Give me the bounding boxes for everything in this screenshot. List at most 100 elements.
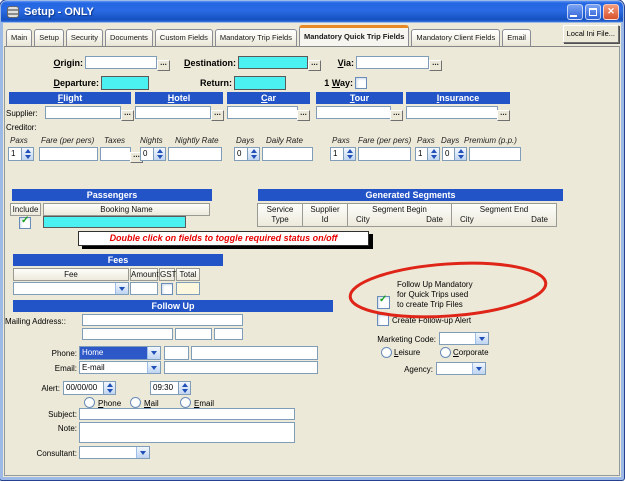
spinner-buttons-icon[interactable] (154, 147, 166, 161)
alert-mail-radio-label: Mail (144, 399, 159, 408)
mailing-address-state-input[interactable] (175, 328, 212, 340)
insurance-paxs-spinner[interactable]: 1 (415, 147, 440, 161)
local-ini-file-button[interactable]: Local Ini File... (562, 25, 619, 43)
car-days-label: Days (236, 136, 255, 145)
followup-mandatory-label-line2: for Quick Trips used (397, 290, 469, 299)
subject-input[interactable] (79, 408, 295, 420)
note-textarea[interactable] (79, 422, 295, 443)
tab-custom-fields[interactable]: Custom Fields (154, 29, 213, 46)
followup-mandatory-label-line1: Follow Up Mandatory (397, 280, 473, 289)
hotel-supplier-browse-button[interactable]: ... (211, 109, 224, 121)
dropdown-arrow-icon[interactable] (115, 283, 128, 294)
insurance-supplier-input[interactable] (406, 106, 498, 119)
departure-input[interactable] (101, 76, 149, 90)
maximize-button[interactable] (585, 3, 601, 20)
consultant-select[interactable] (79, 446, 150, 459)
leisure-radio-label: Leisure (394, 348, 421, 357)
car-rate-input[interactable] (262, 147, 313, 161)
phone-area-code-input[interactable] (164, 346, 189, 360)
tour-supplier-browse-button[interactable]: ... (390, 109, 403, 121)
include-checkbox[interactable]: ✓ (19, 215, 31, 229)
flight-section-header: Flight (9, 92, 131, 104)
spinner-buttons-icon[interactable] (344, 147, 356, 161)
hotel-nights-spinner[interactable]: 0 (140, 147, 166, 161)
destination-label: Destination: (183, 58, 236, 68)
hotel-rate-input[interactable] (168, 147, 222, 161)
car-days-spinner[interactable]: 0 (234, 147, 260, 161)
dropdown-arrow-icon[interactable] (147, 347, 160, 359)
dropdown-arrow-icon[interactable] (475, 333, 488, 344)
mailing-address-line1-input[interactable] (82, 314, 243, 326)
agency-select[interactable] (436, 362, 486, 375)
spinner-buttons-icon[interactable] (428, 147, 440, 161)
tour-paxs-spinner[interactable]: 1 (330, 147, 356, 161)
via-browse-button[interactable]: ... (429, 59, 442, 71)
insurance-supplier-browse-button[interactable]: ... (497, 109, 510, 121)
gst-checkbox[interactable] (161, 283, 173, 295)
flight-supplier-browse-button[interactable]: ... (121, 109, 134, 121)
mailing-address-line2-input[interactable] (82, 328, 173, 340)
flight-supplier-input[interactable] (45, 106, 121, 119)
via-input[interactable] (356, 56, 429, 69)
alert-mail-radio[interactable] (130, 397, 141, 408)
close-button[interactable]: ✕ (603, 3, 619, 20)
check-icon: ✓ (21, 215, 30, 226)
spinner-buttons-icon[interactable] (104, 381, 116, 395)
booking-name-input[interactable] (43, 216, 186, 228)
dropdown-arrow-icon[interactable] (472, 363, 485, 374)
dropdown-arrow-icon[interactable] (136, 447, 149, 458)
spinner-buttons-icon[interactable] (455, 147, 467, 161)
tab-mandatory-client-fields[interactable]: Mandatory Client Fields (411, 29, 501, 46)
create-followup-alert-checkbox[interactable] (377, 314, 389, 326)
amount-column-header: Amount (130, 268, 159, 281)
spinner-buttons-icon[interactable] (22, 147, 34, 161)
mailing-address-label: Mailing Address:: (5, 317, 66, 326)
insurance-premium-input[interactable] (469, 147, 521, 161)
destination-input[interactable] (238, 56, 308, 69)
hotel-supplier-input[interactable] (135, 106, 211, 119)
return-input[interactable] (234, 76, 286, 90)
window-controls: ✕ (567, 3, 619, 20)
mailing-address-postcode-input[interactable] (214, 328, 243, 340)
passengers-section-header: Passengers (12, 189, 212, 201)
tab-main[interactable]: Main (6, 29, 33, 46)
one-way-checkbox[interactable] (355, 77, 367, 89)
followup-mandatory-checkbox[interactable]: ✓ (377, 294, 390, 309)
tab-security[interactable]: Security (65, 29, 103, 46)
car-supplier-browse-button[interactable]: ... (297, 109, 310, 121)
alert-time-spinner[interactable]: 09:30 (150, 381, 191, 395)
spinner-buttons-icon[interactable] (179, 381, 191, 395)
spinner-buttons-icon[interactable] (248, 147, 260, 161)
tour-supplier-input[interactable] (316, 106, 391, 119)
minimize-button[interactable] (567, 3, 583, 20)
origin-browse-button[interactable]: ... (157, 59, 170, 71)
fee-amount-input[interactable] (130, 282, 158, 295)
tab-mandatory-quick-trip-fields[interactable]: Mandatory Quick Trip Fields (298, 25, 410, 46)
dropdown-arrow-icon[interactable] (147, 362, 160, 373)
tab-setup[interactable]: Setup (34, 29, 64, 46)
car-supplier-input[interactable] (227, 106, 298, 119)
phone-type-select[interactable]: Home (79, 346, 161, 360)
note-label: Note: (57, 424, 77, 433)
flight-taxes-input[interactable] (100, 147, 131, 161)
origin-input[interactable] (85, 56, 157, 69)
insurance-days-spinner[interactable]: 0 (442, 147, 467, 161)
marketing-code-select[interactable] (439, 332, 489, 345)
tab-documents[interactable]: Documents (104, 29, 153, 46)
leisure-radio[interactable] (381, 347, 392, 358)
alert-date-spinner[interactable]: 00/00/00 (63, 381, 116, 395)
window-titlebar[interactable]: Setup - ONLY ✕ (1, 1, 623, 22)
tour-fare-input[interactable] (358, 147, 411, 161)
email-address-input[interactable] (164, 361, 318, 374)
alert-email-radio[interactable] (180, 397, 191, 408)
tab-email[interactable]: Email (502, 29, 531, 46)
tab-mandatory-trip-fields[interactable]: Mandatory Trip Fields (214, 29, 297, 46)
flight-fare-input[interactable] (39, 147, 98, 161)
email-type-select[interactable]: E-mail (79, 361, 161, 374)
alert-phone-radio[interactable] (84, 397, 95, 408)
check-icon: ✓ (379, 294, 388, 305)
corporate-radio[interactable] (440, 347, 451, 358)
flight-paxs-spinner[interactable]: 1 (8, 147, 34, 161)
phone-number-input[interactable] (191, 346, 318, 360)
fee-select[interactable] (13, 282, 129, 295)
